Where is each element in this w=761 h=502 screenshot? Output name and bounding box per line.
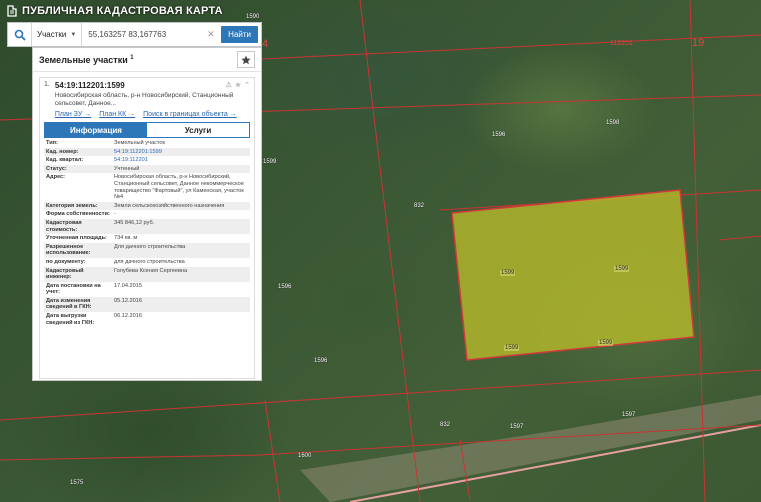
search-icon[interactable] [8,23,32,46]
map-label-quarter: 112201 [610,40,633,47]
map-label-1590: 1590 [246,14,260,20]
star-icon [241,55,251,64]
plan-kk-link[interactable]: План КК → [99,111,135,118]
table-row: Статус: Учтенный [44,164,250,174]
tab-info[interactable]: Информация [45,123,147,137]
app-title: ПУБЛИЧНАЯ КАДАСТРОВАЯ КАРТА [22,5,223,17]
attr-value: 345 846,12 руб. [112,218,250,235]
parcel-label-1599: 1599 [500,270,516,276]
entry-number: 1. [44,81,50,88]
chevron-down-icon: ▼ [70,31,77,38]
attr-value: 734 кв. м [114,235,138,242]
map-label-1598: 1598 [606,120,620,126]
panel-title: Земельные участки 1 [39,55,134,65]
results-panel: Земельные участки 1 1. 54:19:112201:1599… [32,47,262,381]
favorite-button[interactable] [237,51,255,68]
star-icon[interactable]: ★ [235,81,241,90]
attr-value: Новосибирская область, р-н Новосибирский… [114,174,244,201]
logo-icon [7,5,17,17]
attr-key: по документу: [46,258,86,265]
result-count: 1 [130,54,134,61]
entry-tabs: Информация Услуги [44,122,250,138]
object-type-value: Участки [37,30,67,39]
attr-key: Дата постановки на учет: [46,282,101,296]
table-row: Форма собственности: - [44,210,250,219]
map-label-4: 4 [262,38,269,50]
search-input[interactable]: 55,163257 83,167763 [82,23,207,46]
attr-key: Кад. номер: [44,147,112,157]
result-entry[interactable]: 1. 54:19:112201:1599 ⚠ ★ ⌃ Новосибирская… [39,77,255,379]
map-label-1575: 1575 [70,480,84,486]
map-label-19: 19 [692,37,705,49]
attr-value: Голубева Ксения Сергеевна [112,266,250,282]
table-row: Кадастровый инженер: Голубева Ксения Серг… [44,266,250,282]
map-label-1597: 1597 [510,424,524,430]
attr-key: Дата выгрузки сведений из ГКН: [46,313,95,326]
attr-key: Тип: [46,140,58,146]
attr-key: Адрес: [46,174,66,181]
attr-value: 17.04.2015 [114,282,142,289]
selected-parcel [451,189,695,361]
table-row: Кад. квартал: 54:19:112201 [44,156,250,165]
attributes-table: Тип: Земельный участок Кад. номер: 54:19:1… [44,139,250,327]
attr-key: Форма собственности: [46,211,110,218]
attr-value: Для дачного строительства [112,242,250,258]
attr-value: Учтенный [112,164,250,174]
attr-value: - [114,211,116,218]
attr-key: Уточненная площадь: [46,235,107,242]
attr-key: Кадастровая стоимость: [44,218,112,235]
table-row: Категория земель: Земли сельскохозяйствен… [44,201,250,211]
object-type-select[interactable]: Участки ▼ [32,23,83,46]
attr-value: 05.12.2016 [112,296,250,313]
attr-value: Земли сельскохозяйственного назначения [112,201,250,211]
attr-key: Кадастровый инженер: [44,266,112,282]
clear-icon[interactable]: ✕ [207,29,217,40]
find-button[interactable]: Найти [221,26,258,43]
table-row: Тип: Земельный участок [44,139,250,148]
attr-key: Дата изменения сведений в ГКН: [44,296,112,313]
table-row: Разрешенное использование: Для дачного ст… [44,242,250,258]
attr-value-link[interactable]: 54:19:112201:1599 [112,147,250,157]
table-row: Адрес: Новосибирская область, р-н Новосиб… [44,173,250,201]
table-row: Уточненная площадь: 734 кв. м [44,234,250,243]
attr-value: Земельный участок [114,140,165,146]
attr-key: Статус: [44,164,112,174]
map-label-1596: 1596 [492,132,506,138]
attr-value-link[interactable]: 54:19:112201 [112,156,250,165]
table-row: Кад. номер: 54:19:112201:1599 [44,147,250,157]
table-row: Дата выгрузки сведений из ГКН: 06.12.2016 [44,312,250,327]
app-header: ПУБЛИЧНАЯ КАДАСТРОВАЯ КАРТА [0,0,223,22]
map-label-1596: 1596 [314,358,328,364]
panel-title-text: Земельные участки [39,54,128,65]
tab-services[interactable]: Услуги [147,123,249,137]
plan-zu-link[interactable]: План ЗУ → [55,111,91,118]
map-label-832: 832 [414,203,425,209]
map-label-1599: 1599 [263,159,277,165]
panel-header: Земельные участки 1 [33,48,261,72]
cadastral-number: 54:19:112201:1599 [54,81,125,90]
map-label-1600: 1600 [298,453,312,459]
map-label-1596: 1596 [278,284,292,290]
map-label-832: 832 [440,422,451,428]
attr-value: 06.12.2016 [114,313,142,320]
table-row: по документу: для дачного строительства [44,258,250,267]
parcel-label-1599: 1599 [598,340,614,346]
parcel-label-1599: 1599 [614,266,630,272]
collapse-icon[interactable]: ⌃ [244,81,250,90]
warning-icon: ⚠ [225,82,232,89]
table-row: Кадастровая стоимость: 345 846,12 руб. [44,218,250,235]
map-label-1597: 1597 [622,412,636,418]
attr-key: Категория земель: [44,201,112,211]
attr-value: для дачного строительства [114,258,185,265]
search-in-bounds-link[interactable]: Поиск в границах объекта → [143,111,237,118]
table-row: Дата постановки на учет: 17.04.2015 [44,282,250,297]
table-row: Дата изменения сведений в ГКН: 05.12.2016 [44,296,250,313]
entry-address: Новосибирская область, р-н Новосибирский… [54,92,234,107]
search-bar: Участки ▼ 55,163257 83,167763 ✕ Найти [7,22,262,47]
attr-key: Кад. квартал: [46,157,84,164]
parcel-label-1599: 1599 [504,345,520,351]
attr-key: Разрешенное использование: [44,242,112,258]
